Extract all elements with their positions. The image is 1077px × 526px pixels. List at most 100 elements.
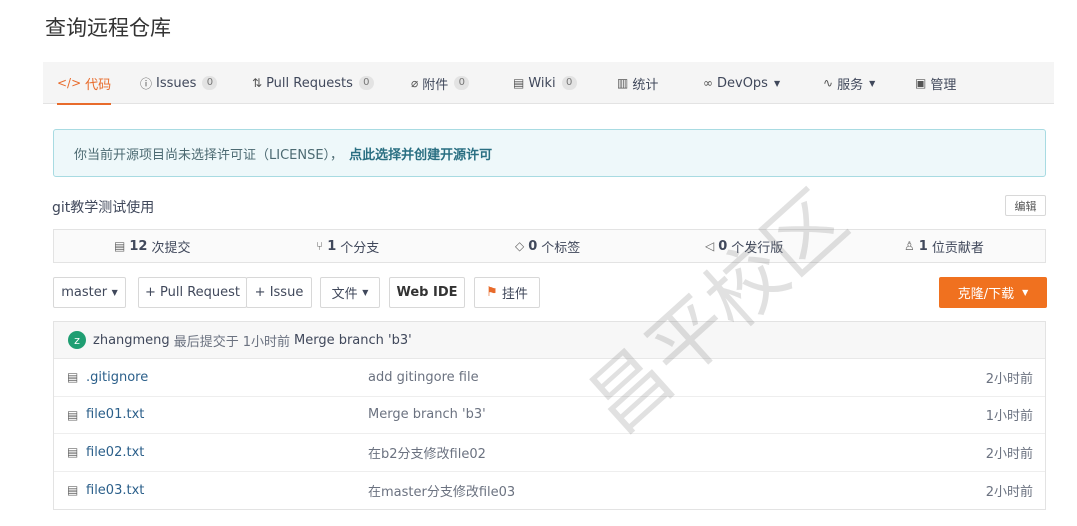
repo-description: git教学测试使用 bbox=[52, 200, 155, 216]
tab-wiki[interactable]: ▤ Wiki 0 bbox=[513, 62, 577, 104]
count-badge: 0 bbox=[358, 76, 374, 90]
last-commit-row: z zhangmeng 最后提交于 1小时前 Merge branch 'b3' bbox=[54, 322, 1045, 359]
stat-count: 12 bbox=[129, 238, 148, 254]
commit-author[interactable]: zhangmeng bbox=[93, 333, 170, 348]
file-row[interactable]: ▤ file03.txt 在master分支修改file03 2小时前 bbox=[54, 472, 1045, 510]
attachment-icon: ⌀ bbox=[411, 76, 419, 90]
repo-tab-bar: </> 代码 ⓘ Issues 0 ⇅ Pull Requests 0 ⌀ 附件… bbox=[43, 62, 1054, 105]
tab-label: 管理 bbox=[930, 77, 957, 93]
file-name[interactable]: file03.txt bbox=[86, 483, 144, 498]
file-icon: ▤ bbox=[67, 407, 79, 422]
avatar[interactable]: z bbox=[68, 331, 86, 349]
commit-icon: ▤ bbox=[114, 239, 126, 253]
tab-service[interactable]: ∿ 服务 ▼ bbox=[823, 62, 875, 104]
release-icon: ◁ bbox=[705, 239, 715, 253]
tab-devops[interactable]: ∞ DevOps ▼ bbox=[703, 62, 780, 104]
file-menu-label: 文件 bbox=[331, 287, 358, 302]
stat-label: 个分支 bbox=[340, 240, 380, 256]
chevron-down-icon: ▼ bbox=[1022, 288, 1029, 297]
create-license-link[interactable]: 点此选择并创建开源许可 bbox=[349, 144, 492, 163]
tab-label: Issues bbox=[156, 75, 197, 91]
file-row[interactable]: ▤ file02.txt 在b2分支修改file02 2小时前 bbox=[54, 434, 1045, 472]
tab-label: DevOps bbox=[717, 75, 768, 91]
file-time: 2小时前 bbox=[985, 484, 1033, 500]
issues-icon: ⓘ bbox=[140, 76, 153, 91]
chevron-down-icon: ▼ bbox=[869, 78, 876, 88]
count-badge: 0 bbox=[561, 76, 577, 90]
wiki-icon: ▤ bbox=[513, 76, 525, 90]
file-time: 1小时前 bbox=[985, 409, 1033, 425]
count-badge: 0 bbox=[202, 76, 218, 90]
stat-tags[interactable]: ◇ 0 个标签 bbox=[515, 230, 580, 262]
tab-stats[interactable]: ▥ 统计 bbox=[617, 62, 658, 104]
widget-button[interactable]: ⚑ 挂件 bbox=[474, 277, 540, 308]
stat-count: 0 bbox=[528, 238, 538, 254]
chevron-down-icon: ▼ bbox=[359, 288, 369, 297]
file-row[interactable]: ▤ file01.txt Merge branch 'b3' 1小时前 bbox=[54, 397, 1045, 434]
new-pull-request-button[interactable]: + Pull Request bbox=[138, 277, 247, 308]
chevron-down-icon: ▼ bbox=[109, 288, 118, 297]
edit-description-button[interactable]: 编辑 bbox=[1005, 195, 1046, 216]
stat-contributors[interactable]: ♙ 1 位贡献者 bbox=[904, 230, 984, 262]
stat-label: 个标签 bbox=[541, 240, 581, 256]
file-commit-message[interactable]: Merge branch 'b3' bbox=[368, 407, 486, 422]
branch-select-label: master bbox=[61, 285, 108, 300]
branch-icon: ⑂ bbox=[316, 239, 324, 253]
clone-label: 克隆/下载 bbox=[957, 287, 1015, 302]
repo-stats-bar: ▤ 12 次提交 ⑂ 1 个分支 ◇ 0 个标签 ◁ 0 个发行版 ♙ 1 位贡… bbox=[53, 229, 1046, 263]
file-list: z zhangmeng 最后提交于 1小时前 Merge branch 'b3'… bbox=[53, 321, 1046, 510]
commit-time: 1小时前 bbox=[242, 334, 290, 350]
stat-branches[interactable]: ⑂ 1 个分支 bbox=[316, 230, 379, 262]
tag-icon: ◇ bbox=[515, 239, 525, 253]
tab-pull-requests[interactable]: ⇅ Pull Requests 0 bbox=[252, 62, 374, 104]
branch-select[interactable]: master ▼ bbox=[53, 277, 126, 308]
commit-prefix: 最后提交于 bbox=[173, 334, 239, 350]
file-menu-button[interactable]: 文件 ▼ bbox=[320, 277, 380, 308]
stat-commits[interactable]: ▤ 12 次提交 bbox=[114, 230, 190, 262]
stat-count: 1 bbox=[918, 238, 928, 254]
file-row[interactable]: ▤ .gitignore add gitingore file 2小时前 bbox=[54, 359, 1045, 397]
new-issue-button[interactable]: + Issue bbox=[246, 277, 312, 308]
stat-label: 位贡献者 bbox=[931, 240, 984, 256]
file-commit-message[interactable]: add gitingore file bbox=[368, 370, 479, 385]
clone-download-button[interactable]: 克隆/下载 ▼ bbox=[939, 277, 1047, 308]
file-icon: ▤ bbox=[67, 483, 79, 498]
stat-label: 次提交 bbox=[151, 240, 191, 256]
tab-label: Pull Requests bbox=[266, 75, 353, 91]
tab-label: 服务 bbox=[837, 77, 864, 93]
pull-request-icon: ⇅ bbox=[252, 76, 263, 90]
tab-code[interactable]: </> 代码 bbox=[57, 62, 112, 105]
banner-text: 你当前开源项目尚未选择许可证（LICENSE）， bbox=[74, 147, 344, 163]
stat-releases[interactable]: ◁ 0 个发行版 bbox=[705, 230, 783, 262]
file-name[interactable]: file01.txt bbox=[86, 407, 144, 422]
tab-label: 统计 bbox=[632, 77, 659, 93]
stats-icon: ▥ bbox=[617, 76, 629, 90]
tab-label: 代码 bbox=[85, 77, 112, 93]
count-badge: 0 bbox=[454, 76, 470, 90]
page-title: 查询远程仓库 bbox=[45, 16, 171, 40]
commit-message[interactable]: Merge branch 'b3' bbox=[294, 333, 412, 348]
file-icon: ▤ bbox=[67, 445, 79, 460]
file-commit-message[interactable]: 在master分支修改file03 bbox=[368, 481, 515, 500]
bookmark-icon: ⚑ bbox=[486, 285, 498, 300]
chevron-down-icon: ▼ bbox=[773, 78, 781, 88]
tab-attachments[interactable]: ⌀ 附件 0 bbox=[411, 62, 470, 104]
file-time: 2小时前 bbox=[985, 446, 1033, 462]
stat-count: 1 bbox=[327, 238, 337, 254]
file-name[interactable]: .gitignore bbox=[86, 370, 148, 385]
tab-issues[interactable]: ⓘ Issues 0 bbox=[140, 62, 218, 104]
contributor-icon: ♙ bbox=[904, 239, 915, 253]
tab-label: Wiki bbox=[528, 75, 556, 91]
manage-icon: ▣ bbox=[915, 76, 927, 90]
file-icon: ▤ bbox=[67, 370, 79, 385]
service-icon: ∿ bbox=[823, 76, 834, 90]
file-name[interactable]: file02.txt bbox=[86, 445, 144, 460]
file-commit-message[interactable]: 在b2分支修改file02 bbox=[368, 443, 486, 462]
file-time: 2小时前 bbox=[985, 371, 1033, 387]
stat-count: 0 bbox=[718, 238, 728, 254]
tab-manage[interactable]: ▣ 管理 bbox=[915, 62, 956, 104]
code-icon: </> bbox=[57, 76, 82, 90]
devops-icon: ∞ bbox=[703, 76, 713, 90]
stat-label: 个发行版 bbox=[731, 240, 784, 256]
web-ide-button[interactable]: Web IDE bbox=[389, 277, 465, 308]
